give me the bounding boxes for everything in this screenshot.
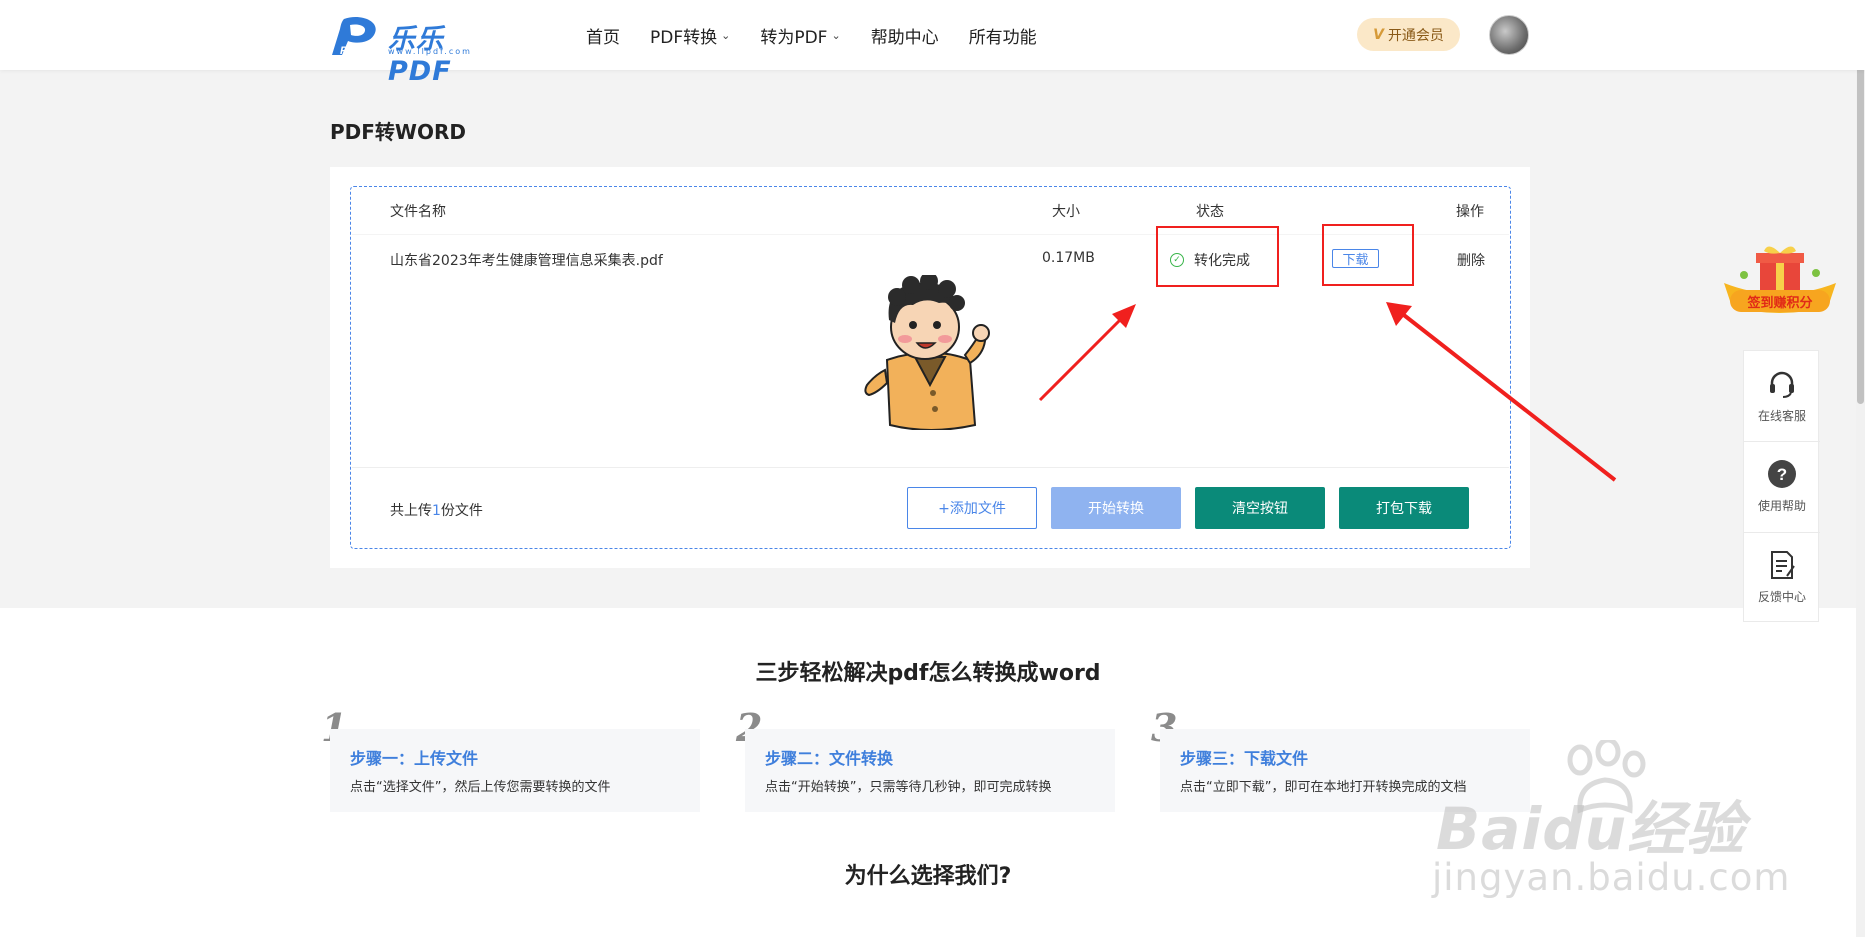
svg-text:?: ? bbox=[1777, 465, 1787, 484]
upload-count: 共上传1份文件 bbox=[390, 500, 483, 520]
col-header-name: 文件名称 bbox=[390, 204, 446, 220]
logo-url: www.llpdf.com bbox=[388, 47, 472, 56]
chevron-down-icon: ⌄ bbox=[831, 28, 841, 42]
vip-icon: V bbox=[1373, 26, 1384, 43]
col-header-size: 大小 bbox=[1052, 204, 1080, 220]
side-item-label: 反馈中心 bbox=[1757, 590, 1806, 604]
step-title: 步骤二：文件转换 bbox=[765, 749, 894, 768]
watermark-main: Baidu经验 bbox=[1436, 795, 1746, 863]
nav-home[interactable]: 首页 bbox=[586, 23, 620, 48]
side-item-help[interactable]: ? 使用帮助 bbox=[1744, 441, 1820, 531]
nav-label: 转为PDF bbox=[760, 27, 828, 48]
step-desc: 点击“选择文件”，然后上传您需要转换的文件 bbox=[350, 780, 611, 795]
pack-download-button[interactable]: 打包下载 bbox=[1339, 487, 1469, 529]
col-header-action: 操作 bbox=[1456, 204, 1484, 220]
nav-label: 所有功能 bbox=[968, 27, 1037, 48]
footer-divider bbox=[352, 467, 1509, 468]
cartoon-character-icon bbox=[864, 275, 990, 430]
step-title: 步骤一：上传文件 bbox=[350, 749, 479, 768]
watermark-sub: jingyan.baidu.com bbox=[1432, 856, 1791, 899]
annotation-box-download bbox=[1322, 224, 1414, 286]
annotation-box-status bbox=[1156, 226, 1279, 287]
steps-title: 三步轻松解决pdf怎么转换成word bbox=[755, 661, 1101, 686]
feedback-icon bbox=[1767, 550, 1797, 580]
headset-icon bbox=[1767, 369, 1797, 399]
side-panel: 在线客服 ? 使用帮助 反馈中心 bbox=[1743, 350, 1820, 622]
vip-button[interactable]: V 开通会员 bbox=[1357, 18, 1460, 51]
step-title: 步骤三：下载文件 bbox=[1180, 749, 1309, 768]
nav-help-center[interactable]: 帮助中心 bbox=[871, 23, 939, 48]
file-name: 山东省2023年考生健康管理信息采集表.pdf bbox=[390, 253, 663, 269]
top-header: PDF 乐乐PDF www.llpdf.com 首页 PDF转换 ⌄ 转为PDF ⌄… bbox=[0, 0, 1865, 87]
count-value: 1 bbox=[432, 503, 441, 519]
nav-label: 首页 bbox=[586, 27, 620, 48]
nav-pdf-convert[interactable]: PDF转换 ⌄ bbox=[650, 23, 730, 48]
nav-all-features[interactable]: 所有功能 bbox=[969, 23, 1037, 48]
step-desc: 点击“立即下载”，即可在本地打开转换完成的文档 bbox=[1180, 780, 1467, 795]
nav-label: PDF转换 bbox=[650, 27, 718, 48]
nav-to-pdf[interactable]: 转为PDF ⌄ bbox=[760, 23, 840, 48]
step-desc: 点击“开始转换”，只需等待几秒钟，即可完成转换 bbox=[765, 780, 1052, 795]
count-prefix: 共上传 bbox=[390, 503, 432, 519]
start-convert-button[interactable]: 开始转换 bbox=[1051, 487, 1181, 529]
logo-mark-icon: PDF bbox=[332, 16, 376, 57]
nav-label: 帮助中心 bbox=[870, 27, 939, 48]
side-item-label: 使用帮助 bbox=[1757, 499, 1806, 513]
page-title: PDF转WORD bbox=[330, 120, 466, 144]
file-size: 0.17MB bbox=[1042, 250, 1095, 266]
watermark: Baidu经验 jingyan.baidu.com bbox=[1430, 740, 1789, 900]
svg-text:PDF: PDF bbox=[340, 45, 362, 57]
site-logo[interactable]: PDF 乐乐PDF www.llpdf.com bbox=[330, 15, 490, 87]
chevron-down-icon: ⌄ bbox=[721, 28, 731, 42]
count-suffix: 份文件 bbox=[440, 503, 483, 519]
col-header-status: 状态 bbox=[1196, 204, 1224, 220]
main-nav: 首页 PDF转换 ⌄ 转为PDF ⌄ 帮助中心 所有功能 bbox=[586, 0, 1067, 70]
vip-label: 开通会员 bbox=[1387, 27, 1444, 44]
avatar[interactable] bbox=[1489, 15, 1529, 55]
side-item-label: 在线客服 bbox=[1757, 408, 1806, 423]
step-card-convert: 步骤二：文件转换 点击“开始转换”，只需等待几秒钟，即可完成转换 bbox=[745, 729, 1115, 812]
clear-button[interactable]: 清空按钮 bbox=[1195, 487, 1325, 529]
side-item-feedback[interactable]: 反馈中心 bbox=[1744, 532, 1820, 622]
sign-in-points-label[interactable]: 签到赚积分 bbox=[1730, 290, 1830, 312]
side-item-online-service[interactable]: 在线客服 bbox=[1744, 351, 1820, 441]
add-file-button[interactable]: +添加文件 bbox=[907, 487, 1037, 529]
delete-link[interactable]: 删除 bbox=[1457, 250, 1485, 270]
question-icon: ? bbox=[1767, 459, 1797, 489]
step-card-upload: 步骤一：上传文件 点击“选择文件”，然后上传您需要转换的文件 bbox=[330, 729, 700, 812]
